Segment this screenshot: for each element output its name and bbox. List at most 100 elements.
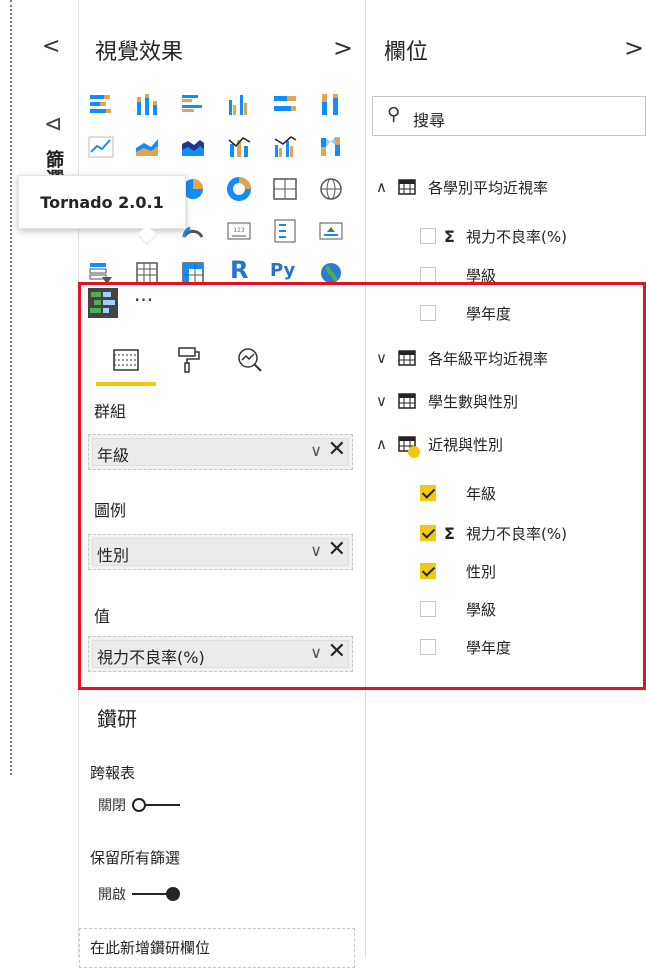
matrix-visual-icon[interactable]	[180, 260, 206, 286]
multi-row-card-icon[interactable]	[272, 218, 298, 244]
drillthrough-title: 鑽研	[97, 707, 137, 731]
stacked-bar-chart-icon[interactable]	[88, 92, 114, 118]
field-checkbox[interactable]	[420, 305, 436, 321]
field-row[interactable]: 學年度	[420, 636, 511, 658]
legend-well[interactable]: 性別 ∨ ✕	[88, 534, 353, 570]
map-icon[interactable]	[318, 176, 344, 202]
field-name: 學級	[466, 266, 497, 285]
table-icon	[398, 436, 420, 458]
slicer-icon[interactable]	[88, 260, 114, 286]
filters-collapse-chevron[interactable]: <	[42, 34, 60, 59]
chevron-down-icon[interactable]: ∨	[376, 349, 398, 367]
python-visual-icon[interactable]: Py	[270, 260, 304, 286]
field-checkbox[interactable]	[420, 639, 436, 655]
field-table-row[interactable]: ∧ 各學別平均近視率	[376, 175, 548, 199]
stacked-area-chart-icon[interactable]	[180, 134, 206, 160]
field-checkbox-checked[interactable]	[420, 563, 436, 579]
tooltip-text: Tornado 2.0.1	[40, 192, 164, 212]
fields-expand-chevron[interactable]: >	[624, 34, 644, 62]
values-well[interactable]: 視力不良率(%) ∨ ✕	[88, 636, 353, 672]
field-table-row[interactable]: ∧ 近視與性別	[376, 432, 504, 458]
card-icon[interactable]: 123	[226, 218, 252, 244]
keep-filters-toggle[interactable]: 開啟	[98, 884, 180, 904]
donut-chart-icon[interactable]	[226, 176, 252, 202]
active-tab-indicator	[96, 382, 156, 386]
line-and-clustered-column-chart-icon[interactable]	[272, 134, 298, 160]
chevron-down-icon[interactable]: ∨	[376, 392, 398, 410]
fields-well-icon	[113, 349, 139, 371]
field-name: 學年度	[466, 638, 512, 657]
field-table-name: 學生數與性別	[428, 392, 519, 411]
line-chart-icon[interactable]	[88, 134, 114, 160]
tab-format[interactable]	[158, 332, 218, 388]
field-row[interactable]: 性別	[420, 560, 496, 582]
keep-filters-label: 保留所有篩選	[90, 849, 181, 867]
line-and-stacked-column-chart-icon[interactable]	[226, 134, 252, 160]
cross-report-state: 關閉	[98, 798, 126, 814]
drillthrough-drop-zone[interactable]: 在此新增鑽研欄位	[79, 928, 355, 968]
group-well-remove-icon[interactable]: ✕	[328, 437, 346, 462]
tab-fields[interactable]	[96, 332, 156, 388]
field-row[interactable]: Σ 視力不良率(%)	[420, 225, 567, 247]
clustered-column-chart-icon[interactable]	[226, 92, 252, 118]
100-stacked-column-chart-icon[interactable]	[318, 92, 344, 118]
values-well-remove-icon[interactable]: ✕	[328, 639, 346, 664]
field-name: 學年度	[466, 304, 512, 323]
kpi-icon[interactable]	[318, 218, 344, 244]
field-row[interactable]: 年級	[420, 482, 496, 504]
fields-search-input[interactable]: ⚲ 搜尋	[372, 96, 646, 136]
clustered-bar-chart-icon[interactable]	[180, 92, 206, 118]
visual-tooltip: Tornado 2.0.1	[18, 175, 186, 229]
tab-analytics[interactable]	[220, 332, 280, 388]
field-checkbox-checked[interactable]	[420, 525, 436, 541]
field-name: 性別	[466, 562, 497, 581]
field-table-name: 各年級平均近視率	[428, 349, 549, 368]
toggle-on-icon	[132, 887, 180, 901]
field-table-row[interactable]: ∨ 各年級平均近視率	[376, 346, 548, 370]
ribbon-chart-icon[interactable]	[318, 134, 344, 160]
area-chart-icon[interactable]	[134, 134, 160, 160]
chevron-up-icon[interactable]: ∧	[376, 435, 398, 453]
visuals-expand-chevron[interactable]: >	[333, 34, 353, 62]
field-name: 視力不良率(%)	[466, 524, 567, 543]
legend-well-remove-icon[interactable]: ✕	[328, 537, 346, 562]
group-well-chevron-down-icon[interactable]: ∨	[310, 441, 322, 460]
field-row[interactable]: Σ 視力不良率(%)	[420, 522, 567, 544]
treemap-icon[interactable]	[272, 176, 298, 202]
filter-funnel-icon[interactable]: ⊲	[44, 112, 62, 137]
table-visual-icon[interactable]	[134, 260, 160, 286]
cross-report-toggle[interactable]: 關閉	[98, 795, 180, 815]
chevron-up-icon[interactable]: ∧	[376, 178, 398, 196]
more-visuals-button[interactable]: ···	[134, 288, 164, 314]
sigma-icon: Σ	[444, 226, 455, 246]
field-checkbox[interactable]	[420, 267, 436, 283]
cross-report-label: 跨報表	[90, 764, 136, 782]
r-script-visual-icon[interactable]: R	[230, 256, 256, 284]
legend-well-value: 性別	[97, 546, 130, 565]
100-stacked-bar-chart-icon[interactable]	[272, 92, 298, 118]
group-well-value: 年級	[97, 446, 130, 465]
field-row[interactable]: 學級	[420, 598, 496, 620]
pane-separator-filters	[78, 0, 79, 957]
field-checkbox[interactable]	[420, 601, 436, 617]
field-name: 視力不良率(%)	[466, 227, 567, 246]
tornado-chart-icon[interactable]	[88, 288, 118, 318]
field-row[interactable]: 學年度	[420, 302, 511, 324]
table-icon	[398, 393, 416, 409]
stacked-column-chart-icon[interactable]	[134, 92, 160, 118]
group-well[interactable]: 年級 ∨ ✕	[88, 434, 353, 470]
keep-filters-state: 開啟	[98, 887, 126, 903]
format-paint-roller-icon	[178, 347, 200, 373]
field-checkbox[interactable]	[420, 228, 436, 244]
toggle-off-icon	[132, 798, 180, 812]
field-table-name: 近視與性別	[428, 435, 504, 454]
search-icon: ⚲	[387, 104, 401, 125]
arcgis-map-icon[interactable]	[318, 260, 344, 286]
values-well-label: 值	[94, 607, 111, 626]
field-row[interactable]: 學級	[420, 264, 496, 286]
fields-pane-title: 欄位	[384, 40, 429, 65]
values-well-chevron-down-icon[interactable]: ∨	[310, 643, 322, 662]
field-checkbox-checked[interactable]	[420, 485, 436, 501]
legend-well-chevron-down-icon[interactable]: ∨	[310, 541, 322, 560]
field-table-row[interactable]: ∨ 學生數與性別	[376, 389, 518, 413]
